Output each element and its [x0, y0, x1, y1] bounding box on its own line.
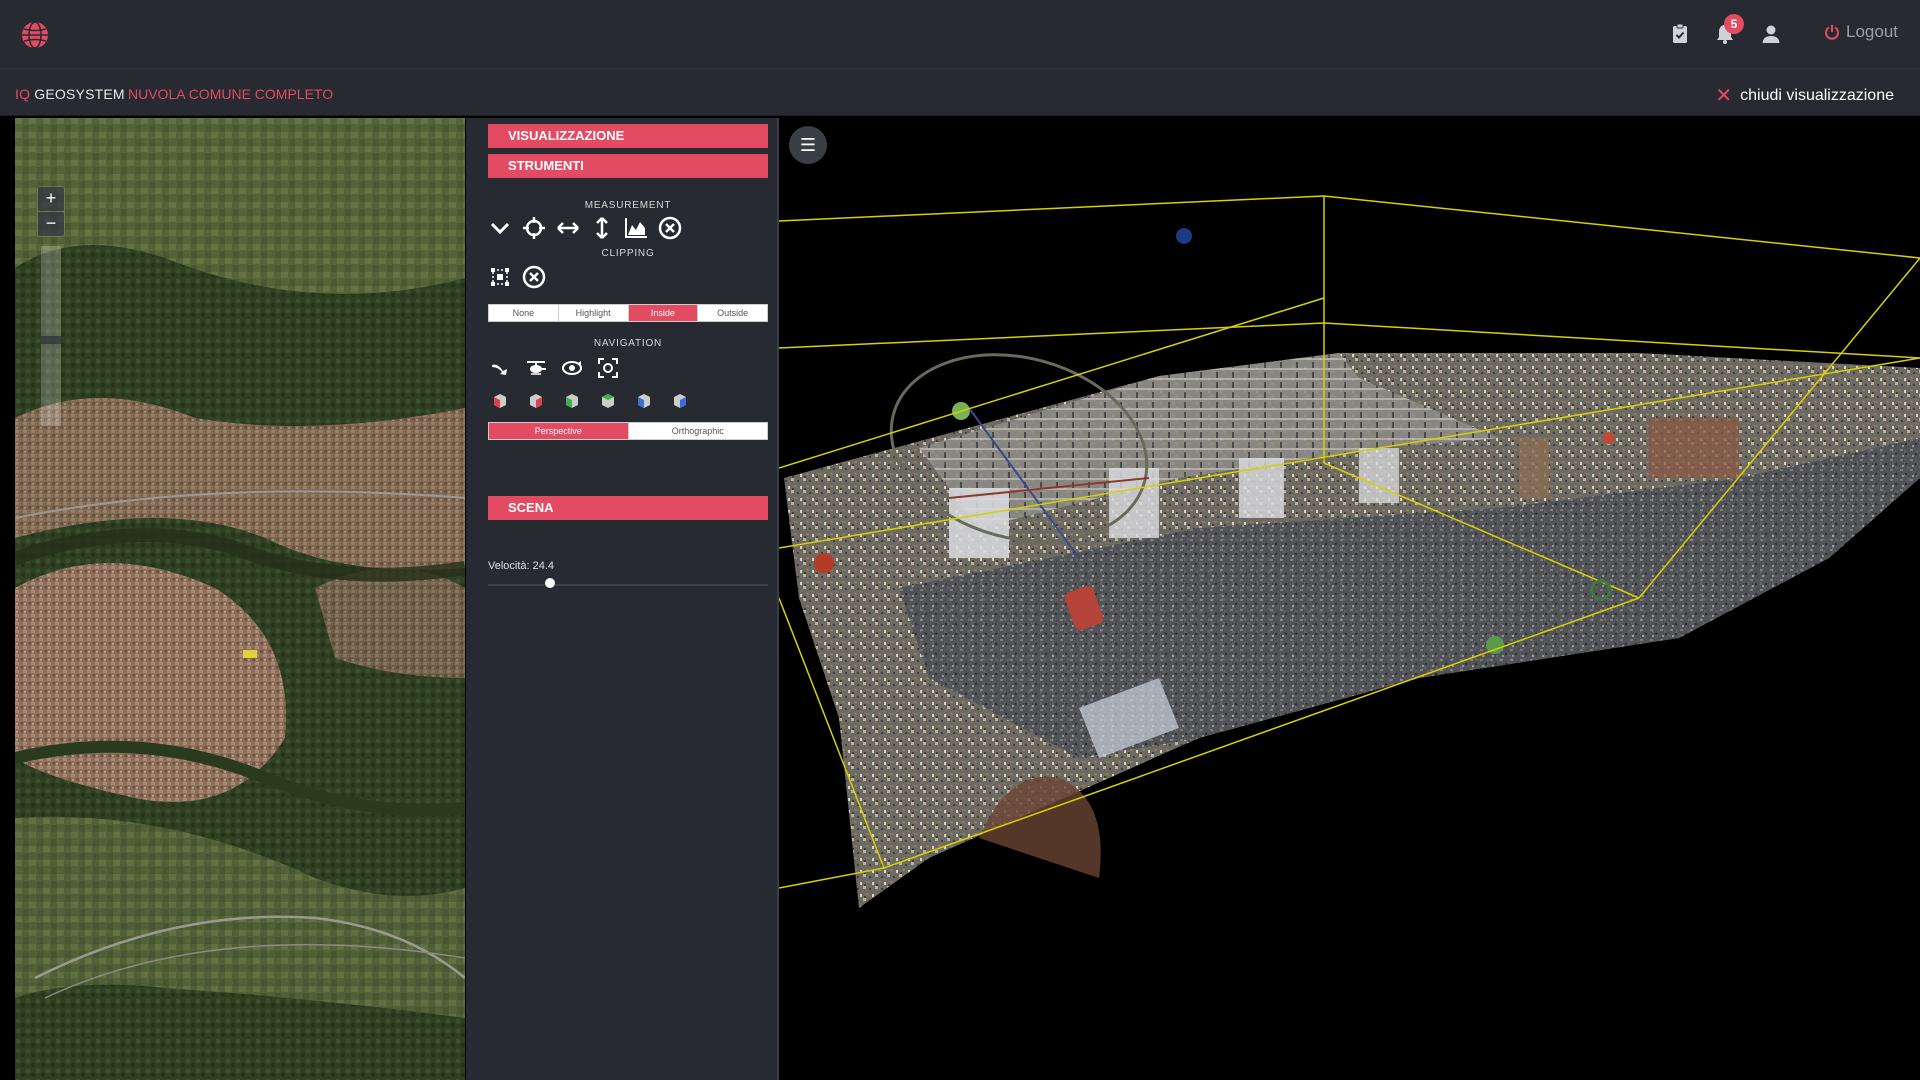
- remove-measurements-icon[interactable]: [658, 216, 682, 240]
- fly-mode-icon[interactable]: [488, 356, 512, 380]
- back-view-icon[interactable]: [596, 388, 620, 412]
- globe-logo[interactable]: [20, 20, 50, 50]
- top-view-icon[interactable]: [632, 388, 656, 412]
- navigation-tools: [488, 356, 620, 380]
- close-view-button[interactable]: ✕ chiudi visualizzazione: [1715, 83, 1894, 108]
- map-zoom-control: + −: [37, 186, 65, 237]
- logout-label: Logout: [1846, 22, 1898, 41]
- clip-mode-none[interactable]: None: [489, 305, 559, 321]
- breadcrumb-project[interactable]: NUVOLA COMUNE COMPLETO: [128, 86, 333, 102]
- clip-mode-selector: None Highlight Inside Outside: [488, 304, 768, 322]
- height-measure-icon[interactable]: [590, 216, 614, 240]
- distance-measure-icon[interactable]: [556, 216, 580, 240]
- bottom-view-icon[interactable]: [668, 388, 692, 412]
- logout-button[interactable]: Logout: [1824, 22, 1898, 42]
- clip-mode-highlight[interactable]: Highlight: [559, 305, 629, 321]
- scena-header[interactable]: SCENA: [488, 496, 768, 520]
- helicopter-mode-icon[interactable]: [524, 356, 548, 380]
- power-icon: [1825, 25, 1839, 40]
- point-cloud-scene: [779, 195, 1920, 908]
- brand-name: GEOSYSTEM: [34, 86, 125, 102]
- measurement-label: MEASUREMENT: [584, 200, 672, 211]
- clip-mode-inside[interactable]: Inside: [628, 305, 699, 321]
- speed-slider[interactable]: [488, 584, 768, 586]
- strumenti-header[interactable]: STRUMENTI: [488, 154, 768, 178]
- close-view-label: chiudi visualizzazione: [1740, 86, 1894, 104]
- clipping-tools: [488, 265, 546, 289]
- top-navbar: 5 Logout: [0, 0, 1920, 68]
- breadcrumb-bar: IQ GEOSYSTEM NUVOLA COMUNE COMPLETO ✕ ch…: [0, 68, 1920, 116]
- clip-mode-outside[interactable]: Outside: [698, 305, 767, 321]
- perspective-option[interactable]: Perspective: [489, 423, 629, 439]
- measurement-tools: [488, 216, 682, 240]
- navigation-label: NAVIGATION: [593, 338, 663, 349]
- clip-volume-icon[interactable]: [488, 265, 512, 289]
- satellite-map[interactable]: + −: [15, 118, 465, 1080]
- zoom-in-button[interactable]: +: [38, 187, 64, 211]
- zoom-slider[interactable]: [41, 246, 61, 426]
- point-cloud-viewer[interactable]: ☰: [779, 118, 1920, 1080]
- satellite-imagery: [15, 118, 465, 1080]
- view-cube-tools: [488, 388, 692, 412]
- orbit-mode-icon[interactable]: [560, 356, 584, 380]
- clipping-label: CLIPPING: [601, 248, 655, 259]
- speed-slider-thumb[interactable]: [544, 578, 555, 588]
- chevron-down-icon[interactable]: [488, 216, 512, 240]
- brand-iq: IQ: [15, 86, 31, 102]
- left-view-icon[interactable]: [488, 388, 512, 412]
- focus-extent-icon[interactable]: [596, 356, 620, 380]
- camera-projection-selector: Perspective Orthographic: [488, 422, 768, 440]
- clipboard-check-icon[interactable]: [1668, 22, 1692, 46]
- profile-chart-icon[interactable]: [624, 216, 648, 240]
- close-icon: ✕: [1715, 85, 1733, 107]
- notification-badge: 5: [1724, 14, 1744, 34]
- zoom-slider-thumb[interactable]: [41, 336, 61, 344]
- point-measure-icon[interactable]: [522, 216, 546, 240]
- user-icon[interactable]: [1759, 22, 1783, 46]
- speed-label: Velocità: 24.4: [488, 560, 555, 572]
- visualizzazione-header[interactable]: VISUALIZZAZIONE: [488, 124, 768, 148]
- right-view-icon[interactable]: [524, 388, 548, 412]
- breadcrumb-brand[interactable]: IQ GEOSYSTEM: [15, 86, 125, 102]
- front-view-icon[interactable]: [560, 388, 584, 412]
- zoom-out-button[interactable]: −: [38, 212, 64, 236]
- tools-panel: VISUALIZZAZIONE STRUMENTI MEASUREMENT CL…: [466, 118, 777, 1080]
- hamburger-icon[interactable]: ☰: [789, 126, 827, 164]
- remove-clipping-icon[interactable]: [522, 265, 546, 289]
- orthographic-option[interactable]: Orthographic: [629, 423, 768, 439]
